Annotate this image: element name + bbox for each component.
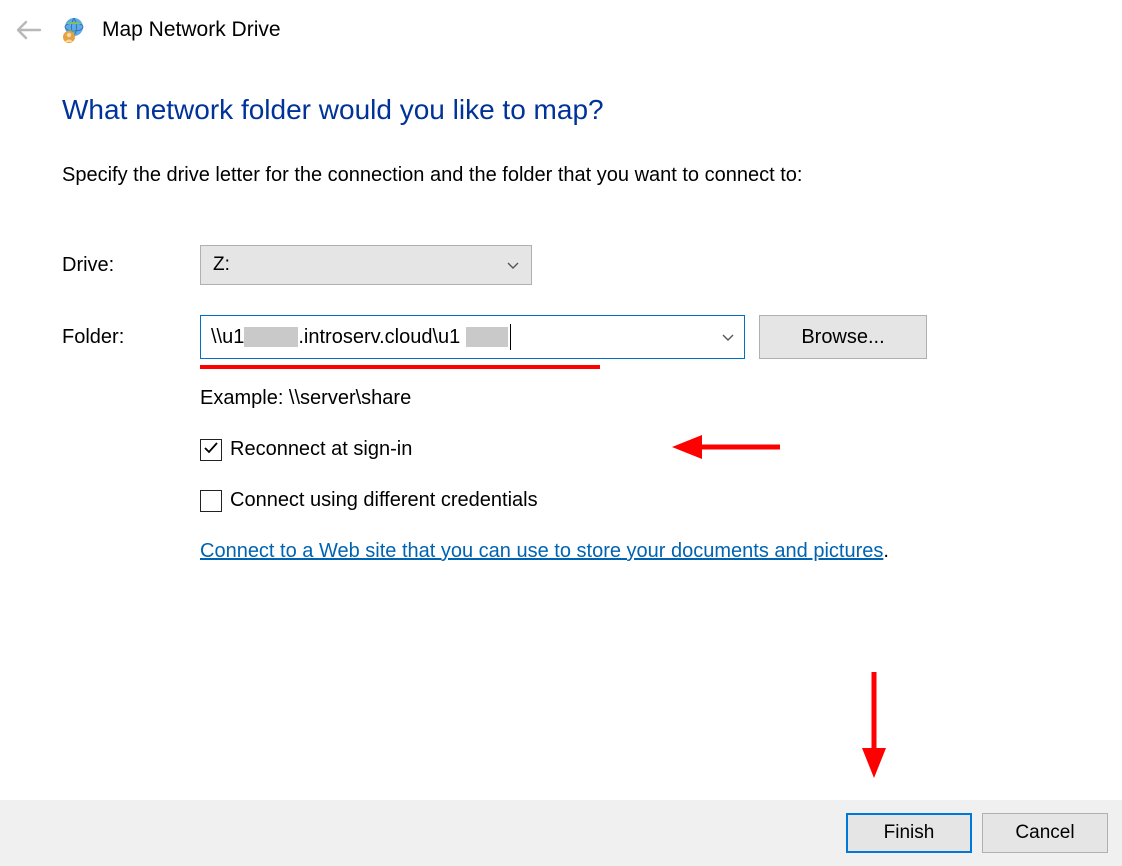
main-heading: What network folder would you like to ma… (62, 94, 1082, 126)
text-cursor (510, 324, 511, 350)
example-text: Example: \\server\share (200, 387, 1082, 410)
instruction-text: Specify the drive letter for the connect… (62, 164, 1082, 187)
checkmark-icon (203, 440, 219, 459)
drive-value: Z: (213, 254, 230, 276)
annotation-arrow-down (856, 670, 892, 786)
website-link-row: Connect to a Web site that you can use t… (200, 540, 1082, 563)
reconnect-checkbox[interactable] (200, 439, 222, 461)
wizard-title: Map Network Drive (102, 18, 281, 42)
redacted-segment (244, 327, 298, 347)
redacted-segment (466, 327, 508, 347)
drive-select[interactable]: Z: (200, 245, 532, 285)
wizard-header: Map Network Drive (0, 0, 1122, 54)
annotation-arrow-left (672, 429, 782, 471)
diffcred-checkbox[interactable] (200, 490, 222, 512)
drive-label: Drive: (62, 254, 200, 277)
drive-row: Drive: Z: (62, 245, 1082, 285)
diffcred-label: Connect using different credentials (230, 489, 538, 512)
reconnect-label: Reconnect at sign-in (230, 438, 412, 461)
wizard-footer: Finish Cancel (0, 800, 1122, 866)
finish-button[interactable]: Finish (846, 813, 972, 853)
diffcred-checkbox-row: Connect using different credentials (200, 489, 1082, 512)
folder-label: Folder: (62, 326, 200, 349)
network-drive-icon (60, 16, 88, 44)
folder-input[interactable]: \\u1.introserv.cloud\u1 (200, 315, 745, 359)
annotation-underline (200, 365, 600, 369)
reconnect-checkbox-row: Reconnect at sign-in (200, 438, 1082, 461)
browse-button[interactable]: Browse... (759, 315, 927, 359)
folder-value: \\u1.introserv.cloud\u1 (211, 324, 722, 350)
cancel-button[interactable]: Cancel (982, 813, 1108, 853)
back-arrow-icon[interactable] (12, 20, 46, 40)
chevron-down-icon[interactable] (722, 329, 734, 345)
website-link[interactable]: Connect to a Web site that you can use t… (200, 540, 883, 562)
wizard-content: What network folder would you like to ma… (0, 54, 1122, 563)
chevron-down-icon (507, 257, 519, 273)
folder-row: Folder: \\u1.introserv.cloud\u1 Browse..… (62, 315, 1082, 359)
